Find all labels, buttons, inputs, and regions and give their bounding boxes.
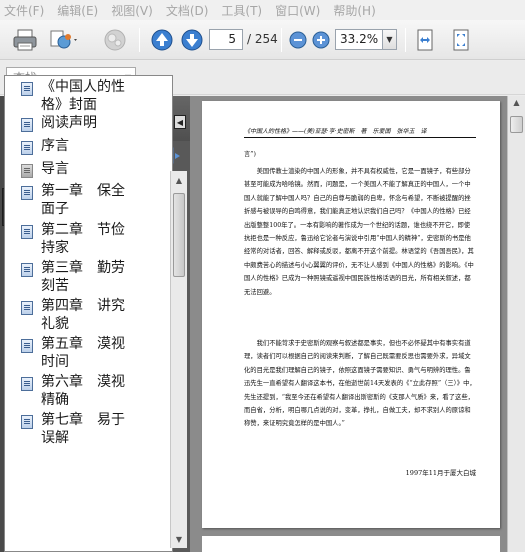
bookmark-page-icon xyxy=(21,301,33,315)
zoom-dropdown-arrow-icon[interactable]: ▼ xyxy=(383,29,397,50)
next-page-icon[interactable] xyxy=(180,26,204,54)
paragraph: 我们不能苛求于史密斯的观察与叙述都是事实，但也不必怀疑其中有事实有道理，读者们可… xyxy=(244,340,476,428)
scroll-up-arrow-icon[interactable]: ▲ xyxy=(508,98,525,112)
zoom-out-icon[interactable] xyxy=(289,26,307,54)
collaborate-icon[interactable] xyxy=(48,26,80,54)
scroll-down-arrow-icon[interactable]: ▼ xyxy=(171,531,187,547)
collapse-panel-icon[interactable]: ◀ xyxy=(174,115,186,129)
bookmark-item[interactable]: 第二章 节俭持家 xyxy=(21,221,131,257)
menu-tools[interactable]: 工具(T) xyxy=(221,2,262,19)
bookmark-item[interactable]: 第六章 漠视精确 xyxy=(21,373,131,409)
scroll-up-arrow-icon[interactable]: ▲ xyxy=(171,172,187,188)
bookmark-label: 第四章 讲究礼貌 xyxy=(41,298,125,332)
header-rule xyxy=(244,137,476,138)
bookmark-item[interactable]: 第一章 保全面子 xyxy=(21,182,131,218)
bookmark-item[interactable]: 第七章 易于误解 xyxy=(21,411,131,447)
fit-width-icon[interactable] xyxy=(413,26,437,54)
zoom-level-field[interactable]: 33.2% xyxy=(335,29,383,50)
bookmark-page-icon xyxy=(21,186,33,200)
next-pdf-page xyxy=(202,536,500,552)
bookmark-page-icon xyxy=(21,415,33,429)
bookmark-label: 第一章 保全面子 xyxy=(41,183,125,217)
bookmark-item[interactable]: 导言 xyxy=(21,160,131,178)
document-view: 《中国人的性格》——(美)亚瑟·亨·史密斯 著 乐爱国 张华玉 译 言”) 美国… xyxy=(190,96,507,552)
menu-help[interactable]: 帮助(H) xyxy=(333,2,375,19)
bookmark-label: 第六章 漠视精确 xyxy=(41,374,125,408)
paragraph: 美国传教士渲染的中国人的形象，并不具有权威性，它是一面镜子，有些部分甚至可能成为… xyxy=(244,168,474,296)
scrollbar-thumb[interactable] xyxy=(173,193,185,277)
bookmark-page-icon xyxy=(21,377,33,391)
bookmark-page-icon xyxy=(21,263,33,277)
document-scrollbar[interactable]: ▲ xyxy=(507,96,525,552)
secure-icon[interactable] xyxy=(100,26,130,54)
pdf-page: 《中国人的性格》——(美)亚瑟·亨·史密斯 著 乐爱国 张华玉 译 言”) 美国… xyxy=(202,101,500,528)
menu-file[interactable]: 文件(F) xyxy=(4,2,44,19)
bookmark-page-icon xyxy=(21,225,33,239)
zoom-in-icon[interactable] xyxy=(312,26,330,54)
fit-page-icon[interactable] xyxy=(448,26,474,54)
menu-bar: 文件(F) 编辑(E) 视图(V) 文档(D) 工具(T) 窗口(W) 帮助(H… xyxy=(0,0,525,20)
signature-line: 1997年11月于厦大白城 xyxy=(405,469,476,477)
bookmark-item[interactable]: 第三章 勤劳刻苦 xyxy=(21,259,131,295)
bookmark-label: 第三章 勤劳刻苦 xyxy=(41,260,125,294)
print-icon[interactable] xyxy=(10,26,40,54)
page-running-header: 《中国人的性格》——(美)亚瑟·亨·史密斯 著 乐爱国 张华玉 译 xyxy=(244,128,427,135)
menu-view[interactable]: 视图(V) xyxy=(111,2,153,19)
bookmark-label: 第五章 漠视时间 xyxy=(41,336,125,370)
bookmark-label: 《中国人的性格》封面 xyxy=(41,79,125,113)
menu-window[interactable]: 窗口(W) xyxy=(275,2,320,19)
paragraph: 言”) xyxy=(244,151,256,158)
bookmark-label: 第七章 易于误解 xyxy=(41,412,125,446)
bookmark-item[interactable]: 《中国人的性格》封面 xyxy=(21,78,131,114)
bookmark-label: 导言 xyxy=(41,161,69,177)
bookmark-list: 《中国人的性格》封面 阅读声明 序言 导言 第一章 保全面子 第二章 节俭持家 … xyxy=(4,75,173,552)
page-total: / 254 xyxy=(247,32,278,46)
menu-document[interactable]: 文档(D) xyxy=(166,2,209,19)
previous-page-icon[interactable] xyxy=(150,26,174,54)
bookmark-page-icon xyxy=(21,339,33,353)
bookmark-label: 阅读声明 xyxy=(41,115,97,131)
bookmark-item[interactable]: 第四章 讲究礼貌 xyxy=(21,297,131,333)
bookmark-label: 第二章 节俭持家 xyxy=(41,222,125,256)
menu-edit[interactable]: 编辑(E) xyxy=(57,2,98,19)
bookmark-page-icon xyxy=(21,164,33,178)
toolbar: 5 / 254 33.2% ▼ xyxy=(0,20,525,60)
bookmark-item[interactable]: 第五章 漠视时间 xyxy=(21,335,131,371)
bookmark-scrollbar[interactable]: ▲ ▼ xyxy=(170,171,187,548)
page-number-input[interactable]: 5 xyxy=(209,29,243,50)
bookmark-page-icon xyxy=(21,141,33,155)
scrollbar-thumb[interactable] xyxy=(510,116,523,133)
bookmark-page-icon xyxy=(21,82,33,96)
bookmark-item[interactable]: 序言 xyxy=(21,137,131,155)
bookmark-page-icon xyxy=(21,118,33,132)
bookmark-item[interactable]: 阅读声明 xyxy=(21,114,131,132)
bookmark-label: 序言 xyxy=(41,138,69,154)
